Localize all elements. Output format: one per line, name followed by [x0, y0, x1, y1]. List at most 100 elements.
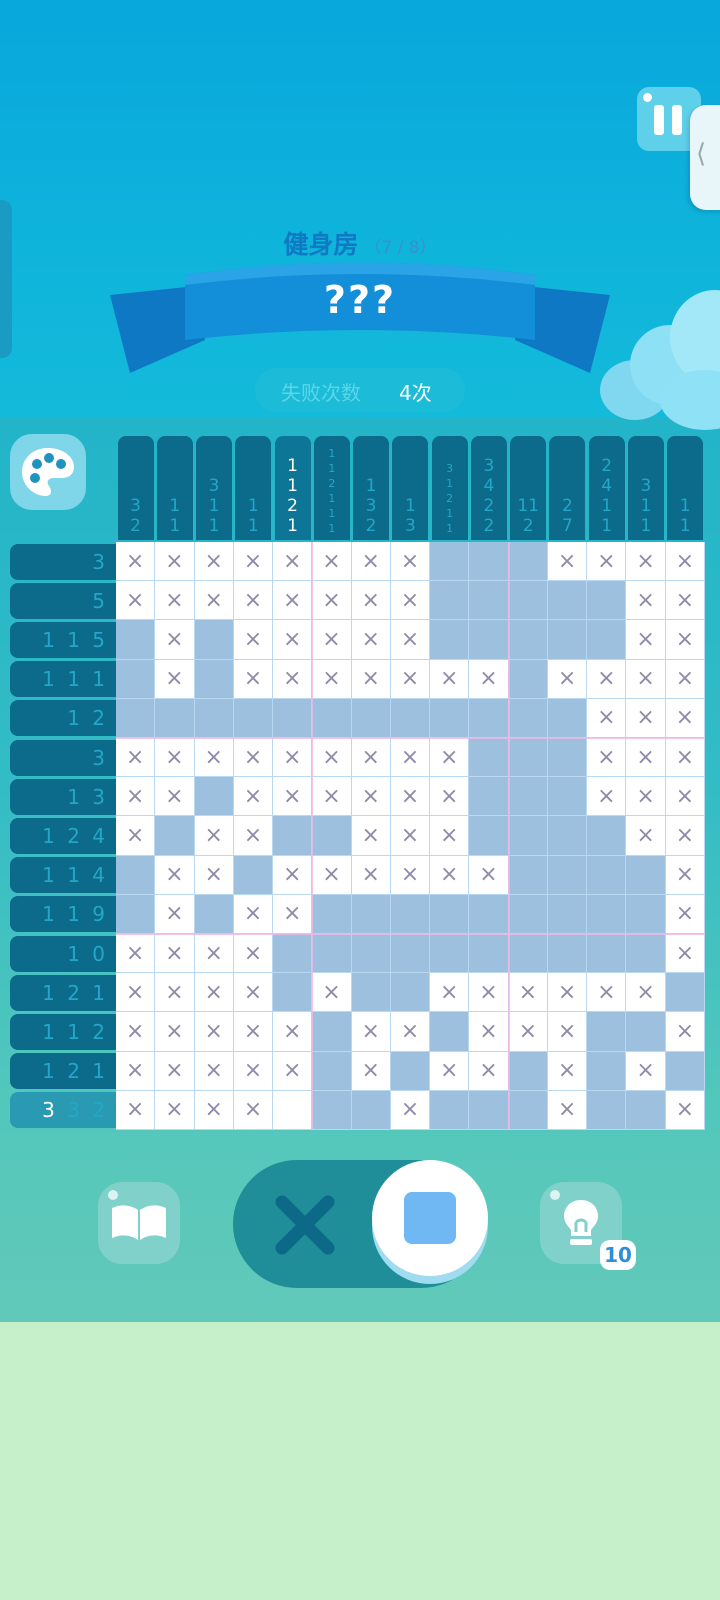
crossed-cell[interactable]: × [587, 659, 627, 699]
crossed-cell[interactable]: × [469, 1012, 509, 1052]
crossed-cell[interactable]: × [469, 973, 509, 1013]
filled-cell[interactable] [194, 777, 234, 817]
crossed-cell[interactable]: × [469, 1051, 509, 1091]
filled-cell[interactable] [626, 855, 666, 895]
crossed-cell[interactable]: × [273, 581, 313, 621]
crossed-cell[interactable]: × [351, 777, 391, 817]
crossed-cell[interactable]: × [587, 777, 627, 817]
filled-cell[interactable] [273, 934, 313, 974]
crossed-cell[interactable]: × [194, 738, 234, 778]
crossed-cell[interactable]: × [312, 620, 352, 660]
crossed-cell[interactable]: × [233, 738, 274, 778]
crossed-cell[interactable]: × [233, 816, 274, 856]
filled-cell[interactable] [469, 894, 509, 934]
filled-cell[interactable] [469, 581, 509, 621]
crossed-cell[interactable]: × [116, 816, 156, 856]
filled-cell[interactable] [547, 738, 588, 778]
crossed-cell[interactable]: × [351, 738, 391, 778]
filled-cell[interactable] [587, 816, 627, 856]
crossed-cell[interactable]: × [547, 659, 588, 699]
filled-cell[interactable] [547, 894, 588, 934]
crossed-cell[interactable]: × [155, 934, 195, 974]
filled-cell[interactable] [430, 620, 470, 660]
crossed-cell[interactable]: × [116, 542, 156, 582]
crossed-cell[interactable]: × [547, 1051, 588, 1091]
crossed-cell[interactable]: × [626, 1051, 666, 1091]
puzzle-grid[interactable]: × × × × × × × × × × × × × × × × × × × × × × × × × × × × × × × × × × × × × × × ×… [116, 542, 705, 1130]
filled-cell[interactable] [273, 698, 313, 738]
filled-cell[interactable] [626, 894, 666, 934]
crossed-cell[interactable]: × [390, 1012, 431, 1052]
filled-cell[interactable] [469, 1090, 509, 1130]
filled-cell[interactable] [626, 1012, 666, 1052]
filled-cell[interactable] [116, 698, 156, 738]
crossed-cell[interactable]: × [273, 542, 313, 582]
filled-cell[interactable] [547, 777, 588, 817]
crossed-cell[interactable]: × [155, 659, 195, 699]
crossed-cell[interactable]: × [626, 816, 666, 856]
filled-cell[interactable] [312, 1012, 352, 1052]
crossed-cell[interactable]: × [194, 581, 234, 621]
crossed-cell[interactable]: × [665, 777, 705, 817]
filled-cell[interactable] [626, 934, 666, 974]
filled-cell[interactable] [273, 973, 313, 1013]
filled-cell[interactable] [469, 777, 509, 817]
filled-cell[interactable] [508, 581, 548, 621]
filled-cell[interactable] [312, 698, 352, 738]
filled-cell[interactable] [508, 659, 548, 699]
filled-cell[interactable] [587, 1090, 627, 1130]
crossed-cell[interactable]: × [665, 1090, 705, 1130]
filled-cell[interactable] [430, 1012, 470, 1052]
crossed-cell[interactable]: × [665, 738, 705, 778]
filled-cell[interactable] [390, 973, 431, 1013]
crossed-cell[interactable]: × [273, 659, 313, 699]
filled-cell[interactable] [390, 934, 431, 974]
crossed-cell[interactable]: × [390, 777, 431, 817]
filled-cell[interactable] [587, 581, 627, 621]
crossed-cell[interactable]: × [469, 659, 509, 699]
crossed-cell[interactable]: × [665, 894, 705, 934]
crossed-cell[interactable]: × [233, 1051, 274, 1091]
filled-cell[interactable] [430, 934, 470, 974]
crossed-cell[interactable]: × [430, 738, 470, 778]
filled-cell[interactable] [116, 659, 156, 699]
filled-cell[interactable] [351, 698, 391, 738]
crossed-cell[interactable]: × [351, 816, 391, 856]
filled-cell[interactable] [508, 855, 548, 895]
crossed-cell[interactable]: × [233, 581, 274, 621]
crossed-cell[interactable]: × [116, 934, 156, 974]
crossed-cell[interactable]: × [390, 816, 431, 856]
filled-cell[interactable] [665, 1051, 705, 1091]
filled-cell[interactable] [587, 1012, 627, 1052]
crossed-cell[interactable]: × [351, 620, 391, 660]
filled-cell[interactable] [312, 816, 352, 856]
filled-cell[interactable] [116, 855, 156, 895]
filled-cell[interactable] [508, 542, 548, 582]
crossed-cell[interactable]: × [233, 620, 274, 660]
crossed-cell[interactable]: × [194, 1051, 234, 1091]
crossed-cell[interactable]: × [626, 777, 666, 817]
crossed-cell[interactable]: × [116, 777, 156, 817]
filled-cell[interactable] [547, 620, 588, 660]
crossed-cell[interactable]: × [273, 777, 313, 817]
empty-cell[interactable] [273, 1090, 313, 1130]
crossed-cell[interactable]: × [508, 1012, 548, 1052]
crossed-cell[interactable]: × [233, 1012, 274, 1052]
filled-cell[interactable] [312, 1090, 352, 1130]
crossed-cell[interactable]: × [116, 738, 156, 778]
crossed-cell[interactable]: × [233, 934, 274, 974]
filled-cell[interactable] [508, 738, 548, 778]
crossed-cell[interactable]: × [626, 659, 666, 699]
crossed-cell[interactable]: × [665, 855, 705, 895]
crossed-cell[interactable]: × [155, 855, 195, 895]
filled-cell[interactable] [351, 934, 391, 974]
crossed-cell[interactable]: × [351, 659, 391, 699]
crossed-cell[interactable]: × [351, 581, 391, 621]
crossed-cell[interactable]: × [547, 1090, 588, 1130]
crossed-cell[interactable]: × [155, 542, 195, 582]
filled-cell[interactable] [312, 1051, 352, 1091]
crossed-cell[interactable]: × [547, 542, 588, 582]
filled-cell[interactable] [312, 894, 352, 934]
crossed-cell[interactable]: × [390, 659, 431, 699]
crossed-cell[interactable]: × [273, 738, 313, 778]
